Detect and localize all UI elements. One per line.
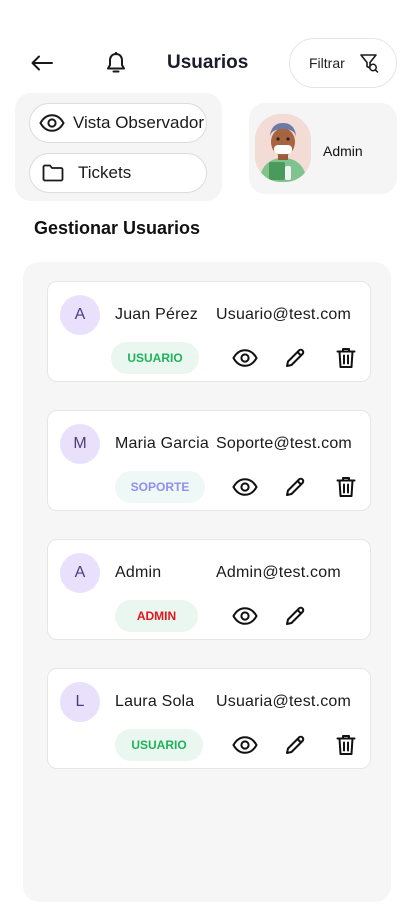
edit-user-button[interactable]	[281, 731, 309, 759]
filter-icon	[359, 54, 379, 73]
pencil-icon	[286, 348, 305, 367]
observer-view-button[interactable]: Vista Observador	[29, 103, 207, 143]
user-email: Usuaria@test.com	[216, 693, 352, 710]
bell-icon	[107, 52, 125, 73]
user-name: Admin	[115, 564, 162, 581]
eye-icon	[232, 349, 258, 367]
tickets-button[interactable]: Tickets	[29, 153, 207, 193]
role-badge: USUARIO	[115, 729, 203, 761]
delete-user-button[interactable]	[332, 473, 360, 501]
filter-button[interactable]: Filtrar	[289, 38, 397, 88]
arrow-left-icon	[31, 55, 53, 71]
profile-card[interactable]: Admin	[249, 103, 397, 194]
page-title: Usuarios	[167, 52, 249, 73]
eye-icon	[39, 114, 65, 132]
user-card: A Juan Pérez Usuario@test.com USUARIO	[47, 281, 371, 382]
view-user-button[interactable]	[231, 731, 259, 759]
trash-icon	[336, 477, 356, 497]
quick-actions-card: Vista Observador Tickets	[15, 93, 222, 201]
user-name: Laura Sola	[115, 693, 195, 710]
eye-icon	[232, 478, 258, 496]
user-avatar: M	[60, 424, 100, 464]
profile-name: Admin	[323, 143, 363, 159]
pencil-icon	[286, 606, 305, 625]
role-badge: ADMIN	[115, 600, 198, 632]
user-card: M Maria Garcia Soporte@test.com SOPORTE	[47, 410, 371, 511]
notifications-button[interactable]	[102, 50, 130, 76]
user-card: L Laura Sola Usuaria@test.com USUARIO	[47, 668, 371, 769]
back-button[interactable]	[28, 50, 56, 76]
user-email: Admin@test.com	[216, 564, 341, 581]
trash-icon	[336, 735, 356, 755]
user-email: Usuario@test.com	[216, 306, 352, 323]
edit-user-button[interactable]	[281, 473, 309, 501]
pencil-icon	[286, 477, 305, 496]
user-avatar: A	[60, 295, 100, 335]
eye-icon	[232, 736, 258, 754]
folder-icon	[42, 164, 64, 182]
avatar	[255, 114, 311, 182]
view-user-button[interactable]	[231, 473, 259, 501]
pencil-icon	[286, 735, 305, 754]
role-badge: USUARIO	[111, 342, 199, 374]
user-name: Juan Pérez	[115, 306, 198, 323]
user-avatar: L	[60, 682, 100, 722]
delete-user-button[interactable]	[332, 344, 360, 372]
section-title: Gestionar Usuarios	[34, 218, 201, 238]
tickets-label: Tickets	[78, 163, 132, 182]
eye-icon	[232, 607, 258, 625]
header: Usuarios Filtrar	[0, 38, 412, 88]
user-card: A Admin Admin@test.com ADMIN	[47, 539, 371, 640]
user-email: Soporte@test.com	[216, 435, 352, 452]
user-avatar: A	[60, 553, 100, 593]
trash-icon	[336, 348, 356, 368]
user-name: Maria Garcia	[115, 435, 209, 452]
view-user-button[interactable]	[231, 344, 259, 372]
edit-user-button[interactable]	[281, 344, 309, 372]
edit-user-button[interactable]	[281, 602, 309, 630]
view-user-button[interactable]	[231, 602, 259, 630]
filter-label: Filtrar	[309, 55, 345, 71]
delete-user-button[interactable]	[332, 731, 360, 759]
role-badge: SOPORTE	[115, 471, 205, 503]
observer-view-label: Vista Observador	[73, 113, 205, 132]
